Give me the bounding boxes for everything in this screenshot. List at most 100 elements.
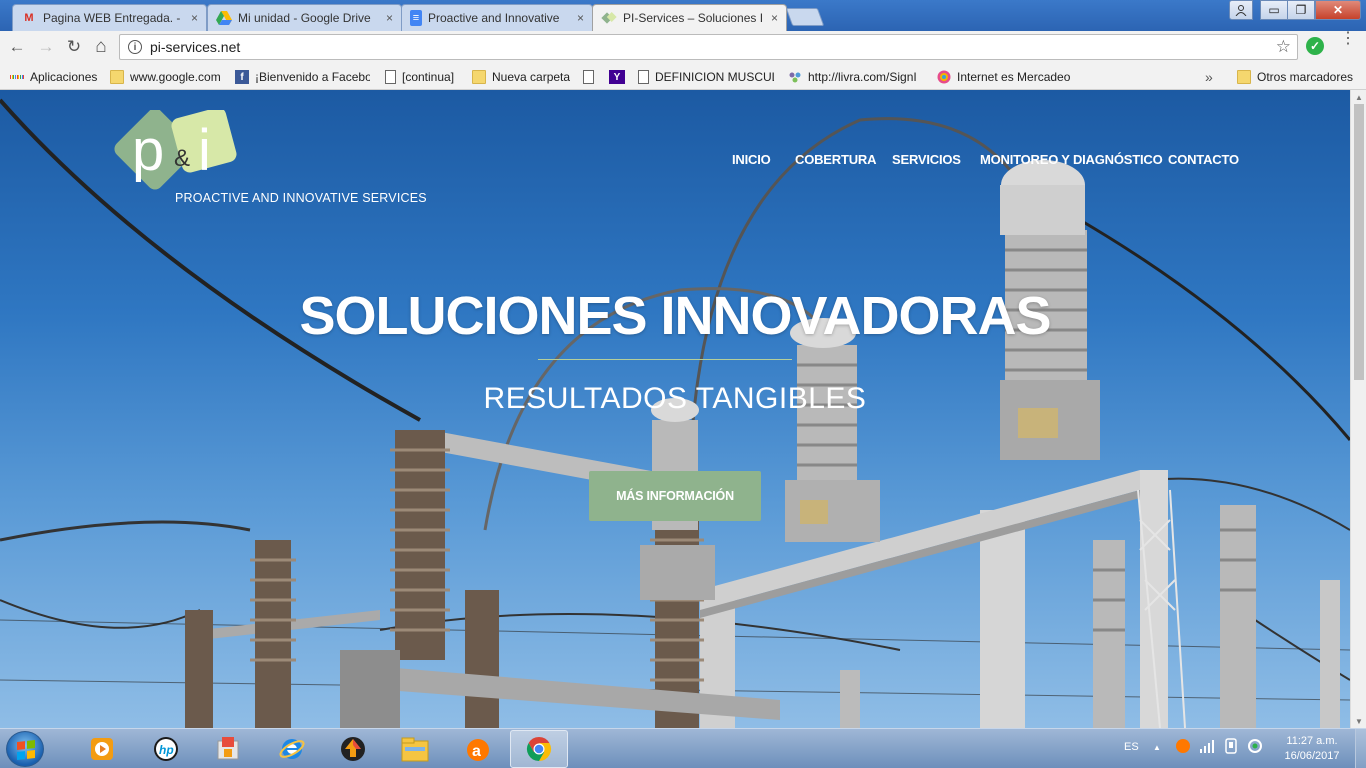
new-tab-button[interactable] [785, 8, 825, 26]
user-icon [1235, 5, 1247, 16]
hp-icon[interactable]: hp [150, 733, 182, 765]
browser-menu-button[interactable]: ⋮ [1340, 31, 1356, 47]
more-info-button[interactable]: MÁS INFORMACIÓN [589, 471, 761, 521]
tab-drive[interactable]: Mi unidad - Google Drive × [207, 4, 402, 31]
network-signal-icon[interactable] [1199, 739, 1215, 756]
logo-ampersand: & [174, 145, 190, 172]
hero-section: p & i PROACTIVE AND INNOVATIVE SERVICES … [0, 90, 1350, 728]
bookmark-label: http://livra.com/SignI [808, 70, 917, 84]
device-tray-icon[interactable] [1224, 738, 1238, 757]
tool-icon[interactable] [212, 733, 244, 765]
bookmark-livra[interactable]: http://livra.com/SignI [788, 68, 924, 86]
update-icon[interactable] [337, 733, 369, 765]
start-button[interactable] [6, 731, 44, 767]
bookmark-facebook[interactable]: f ¡Bienvenido a Faceboo [235, 68, 370, 86]
show-desktop-button[interactable] [1355, 729, 1366, 768]
scroll-up-arrow[interactable]: ▲ [1351, 90, 1366, 104]
folder-icon [1237, 70, 1251, 84]
folder-icon [110, 70, 124, 84]
page-scrollbar[interactable]: ▲ ▼ [1350, 90, 1366, 728]
tab-pi-services[interactable]: PI-Services – Soluciones I × [592, 4, 787, 31]
bookmark-label: DEFINICION MUSCUL [655, 70, 774, 84]
bookmark-label: Nueva carpeta [492, 70, 571, 84]
logo-letter-p: p [132, 118, 164, 183]
bookmark-continua[interactable]: [continua] [385, 68, 454, 86]
page-icon [638, 70, 649, 84]
close-icon[interactable]: × [386, 11, 393, 25]
gmail-icon: M [24, 12, 34, 24]
drive-icon [216, 10, 232, 26]
scrollbar-thumb[interactable] [1354, 104, 1364, 380]
tab-docs[interactable]: ≡ Proactive and Innovative × [401, 4, 593, 31]
nav-contacto[interactable]: CONTACTO [1168, 152, 1239, 167]
bookmark-label: Otros marcadores [1257, 70, 1354, 84]
extension-check-icon[interactable]: ✓ [1306, 37, 1324, 55]
reload-button[interactable]: ↻ [64, 37, 84, 57]
nav-servicios[interactable]: SERVICIOS [892, 152, 961, 167]
bookmark-google[interactable]: www.google.com [110, 68, 221, 86]
info-icon[interactable]: i [128, 40, 142, 54]
site-favicon [601, 10, 617, 26]
tab-title: Pagina WEB Entregada. - [43, 11, 181, 25]
bookmarks-overflow-button[interactable]: » [1205, 68, 1213, 86]
show-hidden-icons-arrow[interactable]: ▲ [1153, 743, 1161, 752]
nav-cobertura[interactable]: COBERTURA [795, 152, 876, 167]
yahoo-icon: Y [609, 70, 625, 84]
bookmark-label: Aplicaciones [30, 70, 98, 84]
address-bar[interactable]: i pi-services.net ☆ [119, 34, 1298, 60]
window-close-button[interactable]: ✕ [1315, 0, 1361, 20]
tab-title: Proactive and Innovative [428, 11, 560, 25]
logo-letter-i: i [198, 118, 211, 183]
bookmark-yahoo[interactable]: Y [609, 68, 631, 86]
tab-gmail[interactable]: M Pagina WEB Entregada. - × [12, 4, 207, 31]
forward-button[interactable]: → [36, 37, 56, 57]
other-bookmarks[interactable]: Otros marcadores [1237, 68, 1353, 86]
sync-tray-icon[interactable] [1247, 738, 1263, 757]
url-text: pi-services.net [150, 39, 241, 55]
folder-icon [472, 70, 486, 84]
svg-text:hp: hp [159, 743, 174, 757]
restore-button[interactable]: ❐ [1287, 0, 1315, 20]
system-clock[interactable]: 11:27 a.m. 16/06/2017 [1276, 734, 1348, 764]
close-icon[interactable]: × [577, 11, 584, 25]
bookmarks-bar: Aplicaciones www.google.com f ¡Bienvenid… [0, 63, 1366, 90]
nav-monitoreo[interactable]: MONITOREO Y DIAGNÓSTICO [980, 152, 1163, 167]
file-explorer-icon[interactable] [399, 733, 431, 765]
minimize-button[interactable]: ▭ [1260, 0, 1288, 20]
site-tagline: PROACTIVE AND INNOVATIVE SERVICES [175, 191, 427, 205]
bookmark-definicion[interactable]: DEFINICION MUSCUL [638, 68, 774, 86]
media-player-icon[interactable] [86, 733, 118, 765]
hero-divider [538, 359, 792, 360]
livra-icon [788, 70, 802, 84]
avast-tray-icon[interactable] [1175, 738, 1191, 757]
hero-subtitle: RESULTADOS TANGIBLES [483, 382, 867, 415]
bookmark-label: www.google.com [130, 70, 221, 84]
bookmark-label: ¡Bienvenido a Faceboo [255, 70, 370, 84]
home-button[interactable]: ⌂ [91, 36, 111, 57]
windows-taskbar: hp a ES ▲ 11:27 a.m. 16/06/2017 [0, 728, 1366, 768]
back-button[interactable]: ← [7, 37, 27, 57]
bookmark-label: [continua] [402, 70, 455, 84]
page-icon [385, 70, 396, 84]
browser-tab-strip: M Pagina WEB Entregada. - × Mi unidad - … [0, 0, 1366, 31]
bookmark-mercadeo[interactable]: Internet es Mercadeo [937, 68, 1073, 86]
avast-icon[interactable]: a [462, 733, 494, 765]
clock-date: 16/06/2017 [1284, 750, 1340, 762]
chrome-icon[interactable] [523, 733, 555, 765]
profile-button[interactable] [1229, 0, 1253, 20]
bookmark-page[interactable] [583, 68, 600, 86]
clock-time: 11:27 a.m. [1286, 735, 1338, 747]
bookmark-nueva-carpeta[interactable]: Nueva carpeta [472, 68, 570, 86]
tab-title: PI-Services – Soluciones I [623, 11, 764, 25]
bookmark-star-icon[interactable]: ☆ [1276, 37, 1291, 57]
svg-text:a: a [472, 743, 481, 760]
close-icon[interactable]: × [771, 11, 778, 25]
internet-explorer-icon[interactable] [276, 733, 308, 765]
bookmark-apps[interactable]: Aplicaciones [10, 68, 97, 86]
scroll-down-arrow[interactable]: ▼ [1351, 714, 1366, 728]
facebook-icon: f [235, 70, 249, 84]
close-icon[interactable]: × [191, 11, 198, 25]
language-indicator[interactable]: ES [1124, 741, 1139, 753]
browser-toolbar: ← → ↻ ⌂ i pi-services.net ☆ [0, 31, 1366, 63]
nav-inicio[interactable]: INICIO [732, 152, 771, 167]
